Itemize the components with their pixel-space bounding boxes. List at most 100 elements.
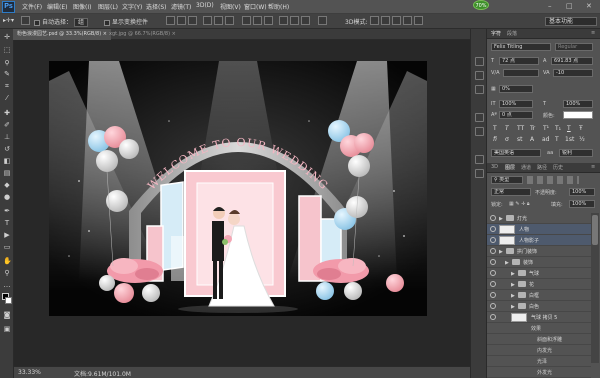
visibility-eye-icon[interactable]: [490, 215, 496, 221]
expand-arrow-icon[interactable]: ▶: [505, 260, 509, 266]
auto-select-dropdown[interactable]: 组: [73, 18, 88, 27]
distribute-bottom-icon[interactable]: [264, 16, 273, 25]
tab-history[interactable]: 历史: [553, 164, 563, 171]
blur-tool-icon[interactable]: ◆: [3, 181, 11, 189]
menu-view[interactable]: 视图(V): [220, 2, 241, 11]
antialias-select[interactable]: 锐利: [559, 149, 593, 157]
3d-scale-icon[interactable]: [414, 16, 423, 25]
horizontal-scale-field[interactable]: 100%: [563, 100, 593, 108]
visibility-eye-icon[interactable]: [490, 314, 496, 320]
screen-mode-icon[interactable]: ▣: [3, 325, 11, 333]
3d-rotate-icon[interactable]: [370, 16, 379, 25]
tab-paragraph[interactable]: 段落: [507, 30, 517, 37]
layer-row[interactable]: ▶ 灯光: [487, 213, 591, 224]
visibility-eye-icon[interactable]: [490, 237, 496, 243]
zoom-level[interactable]: 33.33%: [18, 369, 41, 376]
layer-effect-item[interactable]: 内发光: [487, 345, 591, 356]
blend-mode-select[interactable]: 正常: [491, 188, 531, 196]
lasso-tool-icon[interactable]: ϙ: [3, 58, 11, 66]
layer-row[interactable]: 人物影子: [487, 235, 591, 246]
expand-arrow-icon[interactable]: ▶: [499, 249, 503, 255]
quick-mask-icon[interactable]: ◙: [3, 311, 11, 319]
expand-arrow-icon[interactable]: ▶: [511, 282, 515, 288]
titling-alternates-button[interactable]: T: [555, 136, 559, 143]
menu-type[interactable]: 文字(Y): [122, 2, 142, 11]
layer-effect-item[interactable]: 外发光: [487, 367, 591, 378]
align-vcenter-icon[interactable]: [177, 16, 186, 25]
vertical-scale-field[interactable]: 100%: [499, 100, 533, 108]
maximize-icon[interactable]: □: [566, 2, 573, 10]
paragraph-panel-icon[interactable]: [475, 127, 484, 136]
swash-button[interactable]: A: [530, 136, 534, 143]
dodge-tool-icon[interactable]: ●: [3, 193, 11, 201]
text-color-swatch[interactable]: [563, 111, 593, 119]
move-tool-icon[interactable]: ▸✛▾: [3, 17, 14, 24]
visibility-eye-icon[interactable]: [490, 270, 496, 276]
align-hcenter-icon[interactable]: [214, 16, 223, 25]
expand-arrow-icon[interactable]: ▶: [511, 271, 515, 277]
layers-scrollbar[interactable]: [591, 213, 599, 363]
shape-tool-icon[interactable]: ▭: [3, 243, 11, 251]
layer-filter-select[interactable]: ⚲ 类型: [491, 176, 523, 184]
visibility-eye-icon[interactable]: [490, 303, 496, 309]
visibility-eye-icon[interactable]: [490, 281, 496, 287]
small-caps-button[interactable]: Tr: [530, 125, 535, 132]
faux-italic-button[interactable]: T: [505, 125, 509, 132]
workspace-dropdown[interactable]: 基本功能: [545, 17, 597, 26]
distribute-right-icon[interactable]: [301, 16, 310, 25]
lock-icons[interactable]: ▦ ✎ ✛ 🔒︎: [509, 201, 530, 207]
3d-drag-icon[interactable]: [392, 16, 401, 25]
quick-select-tool-icon[interactable]: ✎: [3, 70, 11, 78]
tab-character[interactable]: 字符: [491, 30, 501, 37]
layer-row[interactable]: 气球 拷贝 5: [487, 312, 591, 323]
stamp-tool-icon[interactable]: ⊥: [3, 133, 11, 141]
discretionary-ligature-button[interactable]: st: [517, 136, 522, 143]
menu-select[interactable]: 选择(S): [146, 2, 167, 11]
move-tool-icon[interactable]: ✛: [3, 33, 11, 41]
marquee-tool-icon[interactable]: ⬚: [3, 46, 11, 54]
distribute-vcenter-icon[interactable]: [253, 16, 262, 25]
subscript-button[interactable]: T₁: [555, 125, 561, 132]
menu-image[interactable]: 图像(I): [73, 2, 91, 11]
panel-menu-icon[interactable]: ≡: [591, 30, 595, 36]
crop-tool-icon[interactable]: ⌗: [3, 82, 11, 90]
properties-panel-icon[interactable]: [475, 85, 484, 94]
menu-3d[interactable]: 3D(D): [196, 2, 214, 9]
all-caps-button[interactable]: TT: [517, 125, 524, 132]
layers-scrollbar-thumb[interactable]: [592, 215, 598, 245]
ligature-button[interactable]: fi: [493, 136, 497, 143]
layer-row[interactable]: ▶ 装饰: [487, 257, 591, 268]
layer-row[interactable]: 人物: [487, 224, 591, 235]
auto-select-checkbox[interactable]: [34, 19, 40, 26]
tab-xgt-jpg[interactable]: xgt.jpg @ 66.7%(RGB/8) ×: [105, 29, 180, 40]
character-panel-icon[interactable]: [475, 113, 484, 122]
menu-file[interactable]: 文件(F): [22, 2, 42, 11]
minimize-icon[interactable]: –: [548, 2, 552, 10]
distribute-top-icon[interactable]: [242, 16, 251, 25]
zoom-tool-icon[interactable]: ⚲: [3, 269, 11, 277]
3d-roll-icon[interactable]: [381, 16, 390, 25]
close-icon[interactable]: ✕: [586, 2, 592, 10]
stylistic-alternates-button[interactable]: ad: [542, 136, 550, 143]
align-right-icon[interactable]: [225, 16, 234, 25]
tab-layers[interactable]: 图层: [505, 164, 515, 171]
leading-field[interactable]: 691.83 点: [551, 57, 593, 65]
background-color-swatch[interactable]: [5, 297, 12, 304]
font-family-select[interactable]: Felix Titling: [491, 43, 551, 51]
extra-tools-icon[interactable]: …: [3, 281, 11, 289]
layer-effect-item[interactable]: 光泽: [487, 356, 591, 367]
language-select[interactable]: 美国英语: [491, 149, 541, 157]
actions-panel-icon[interactable]: [475, 71, 484, 80]
history-panel-icon[interactable]: [475, 57, 484, 66]
layer-row[interactable]: ▶ 花: [487, 279, 591, 290]
clone-source-panel-icon[interactable]: [475, 169, 484, 178]
brush-tool-icon[interactable]: ✐: [3, 121, 11, 129]
3d-slide-icon[interactable]: [403, 16, 412, 25]
tab-channels[interactable]: 通道: [521, 164, 531, 171]
kerning-field[interactable]: [503, 69, 539, 77]
layer-filter-icons[interactable]: [527, 176, 579, 184]
faux-bold-button[interactable]: T: [493, 125, 497, 132]
fill-field[interactable]: 100%: [569, 200, 595, 208]
layer-effect-item[interactable]: 斜面和浮雕: [487, 334, 591, 345]
layer-row[interactable]: ▶ 拱门装饰: [487, 246, 591, 257]
